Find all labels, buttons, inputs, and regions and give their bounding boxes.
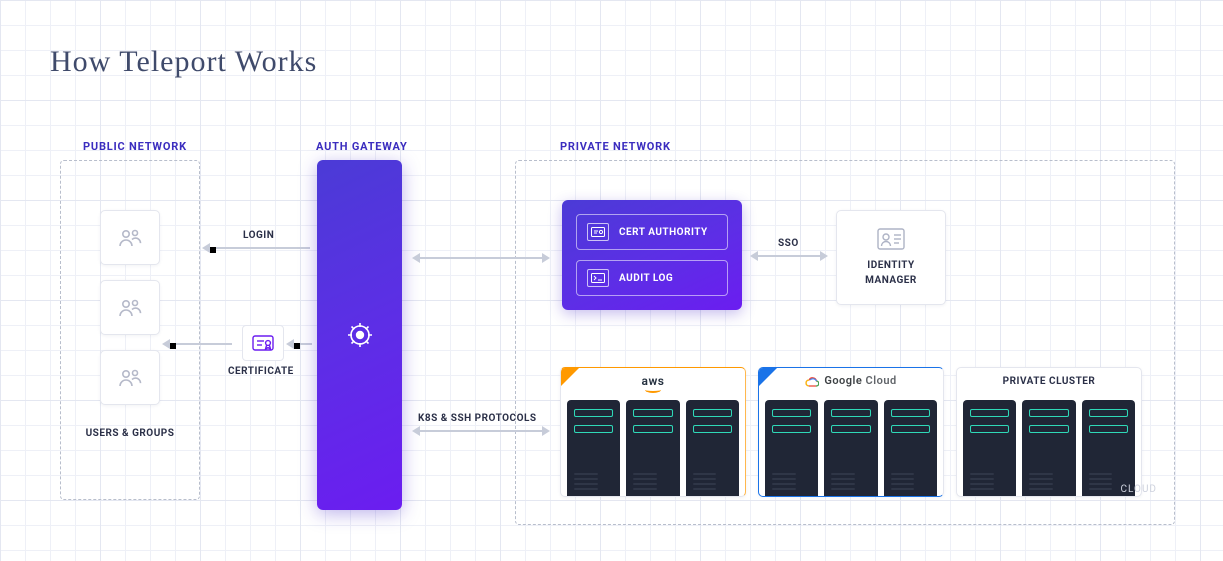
server-node	[567, 400, 620, 496]
certificate-chip	[242, 325, 284, 361]
cert-authority-row: CERT AUTHORITY	[576, 214, 728, 250]
arrow-sso	[758, 255, 820, 257]
edge-label-certificate: CERTIFICATE	[228, 366, 294, 377]
id-badge-icon	[877, 228, 905, 250]
label-auth-gateway: AUTH GATEWAY	[316, 140, 408, 153]
watermark-text: CLOUD	[1120, 484, 1157, 495]
gcp-server-row	[765, 400, 937, 496]
users-icon	[117, 298, 143, 318]
user-group-card-1	[100, 210, 160, 265]
arrow-login	[210, 247, 310, 249]
label-private-network: PRIVATE NETWORK	[560, 140, 671, 153]
gcp-logo-suffix: Cloud	[866, 374, 897, 387]
server-node	[824, 400, 877, 496]
identity-manager-label: IDENTITY MANAGER	[865, 258, 917, 288]
gcp-logo-prefix: Google	[824, 374, 862, 387]
server-node	[884, 400, 937, 496]
teleport-gear-icon	[343, 318, 377, 352]
label-public-network: PUBLIC NETWORK	[83, 140, 187, 153]
cluster-aws: aws	[560, 367, 746, 497]
private-server-row	[963, 400, 1135, 496]
aws-logo-text: aws	[642, 374, 665, 388]
user-group-card-2	[100, 280, 160, 335]
gcp-logo: Google Cloud	[759, 374, 943, 390]
edge-label-protocols: K8S & SSH PROTOCOLS	[418, 413, 537, 424]
server-node	[765, 400, 818, 496]
arrow-gateway-to-services	[420, 257, 542, 259]
arrow-certificate-left	[170, 343, 232, 345]
server-node	[1082, 400, 1135, 496]
user-group-card-3	[100, 350, 160, 405]
arrow-certificate-right	[294, 343, 312, 345]
cluster-gcp: Google Cloud	[758, 367, 944, 497]
audit-log-label: AUDIT LOG	[619, 273, 673, 284]
auth-gateway-column	[317, 160, 402, 510]
google-cloud-icon	[805, 375, 819, 387]
server-node	[686, 400, 739, 496]
terminal-icon	[587, 269, 609, 287]
certificate-icon	[252, 335, 274, 351]
auth-services-panel: CERT AUTHORITY AUDIT LOG	[562, 200, 742, 310]
private-cluster-text: PRIVATE CLUSTER	[1003, 376, 1096, 387]
diagram-title: How Teleport Works	[50, 45, 317, 79]
audit-log-row: AUDIT LOG	[576, 260, 728, 296]
identity-manager-card: IDENTITY MANAGER	[836, 210, 946, 305]
aws-server-row	[567, 400, 739, 496]
users-icon	[117, 228, 143, 248]
server-node	[963, 400, 1016, 496]
cluster-private: PRIVATE CLUSTER	[956, 367, 1142, 497]
edge-label-sso: SSO	[778, 238, 799, 249]
aws-logo: aws	[561, 374, 745, 388]
cert-authority-label: CERT AUTHORITY	[619, 227, 708, 238]
edge-label-login: LOGIN	[243, 230, 274, 241]
certificate-icon	[587, 223, 609, 241]
arrow-gateway-to-clusters	[420, 430, 542, 432]
users-icon	[117, 368, 143, 388]
private-cluster-label: PRIVATE CLUSTER	[957, 374, 1141, 387]
users-and-groups-label: USERS & GROUPS	[75, 428, 185, 439]
server-node	[626, 400, 679, 496]
server-node	[1022, 400, 1075, 496]
